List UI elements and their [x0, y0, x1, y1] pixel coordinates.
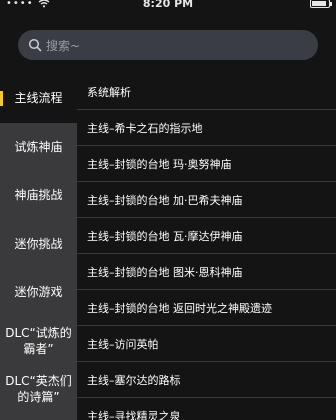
list-item[interactable]: 主线–封锁的台地 加·巴希夫神庙 — [77, 182, 336, 218]
search-icon — [28, 38, 42, 52]
app-screen: •••• 8:20 PM 搜索~ 主线流程 试炼神庙 神庙挑战 迷你挑战 迷你游… — [0, 0, 336, 420]
sidebar-item-trial-shrines[interactable]: 试炼神庙 — [0, 123, 77, 172]
status-bar: •••• 8:20 PM — [0, 0, 336, 16]
sidebar-item-label: 主线流程 — [14, 91, 63, 106]
category-sidebar: 主线流程 试炼神庙 神庙挑战 迷你挑战 迷你游戏 DLC“试炼的霸者” DLC“… — [0, 74, 77, 420]
sidebar-item-mini-challenges[interactable]: 迷你挑战 — [0, 220, 77, 269]
list-item[interactable]: 系统解析 — [77, 74, 336, 110]
status-time: 8:20 PM — [142, 0, 194, 10]
list-item[interactable]: 主线–寻找精灵之泉 — [77, 398, 336, 420]
sidebar-item-label: 迷你挑战 — [14, 236, 63, 251]
sidebar-item-label: DLC“英杰们的诗篇” — [5, 374, 72, 405]
sidebar-item-label: 神庙挑战 — [14, 188, 63, 203]
sidebar-item-main-quest[interactable]: 主线流程 — [0, 74, 77, 123]
list-item[interactable]: 主线–访问英帕 — [77, 326, 336, 362]
sidebar-item-dlc-ballad[interactable]: DLC“英杰们的诗篇” — [0, 365, 77, 414]
battery-fill — [312, 1, 326, 6]
list-item[interactable]: 主线–塞尔达的路标 — [77, 362, 336, 398]
sidebar-item-label: DLC“试炼的霸者” — [5, 325, 72, 356]
list-item[interactable]: 主线–封锁的台地 返回时光之神殿遗迹 — [77, 290, 336, 326]
quest-list: 系统解析 主线–希卡之石的指示地 主线–封锁的台地 玛·奥努神庙 主线–封锁的台… — [77, 74, 336, 420]
list-item[interactable]: 主线–封锁的台地 玛·奥努神庙 — [77, 146, 336, 182]
sidebar-item-label: 试炼神庙 — [14, 139, 63, 154]
search-input[interactable]: 搜索~ — [18, 30, 318, 60]
sidebar-item-dlc-trials[interactable]: DLC“试炼的霸者” — [0, 317, 77, 366]
list-item[interactable]: 主线–封锁的台地 图米·恩科神庙 — [77, 254, 336, 290]
sidebar-item-mini-games[interactable]: 迷你游戏 — [0, 268, 77, 317]
list-item[interactable]: 主线–希卡之石的指示地 — [77, 110, 336, 146]
search-placeholder: 搜索~ — [46, 38, 81, 53]
status-right — [310, 0, 332, 8]
sidebar-item-shrine-quests[interactable]: 神庙挑战 — [0, 171, 77, 220]
battery-icon — [310, 0, 332, 8]
list-item[interactable]: 主线–封锁的台地 瓦·摩达伊神庙 — [77, 218, 336, 254]
sidebar-item-label: 迷你游戏 — [14, 285, 63, 300]
